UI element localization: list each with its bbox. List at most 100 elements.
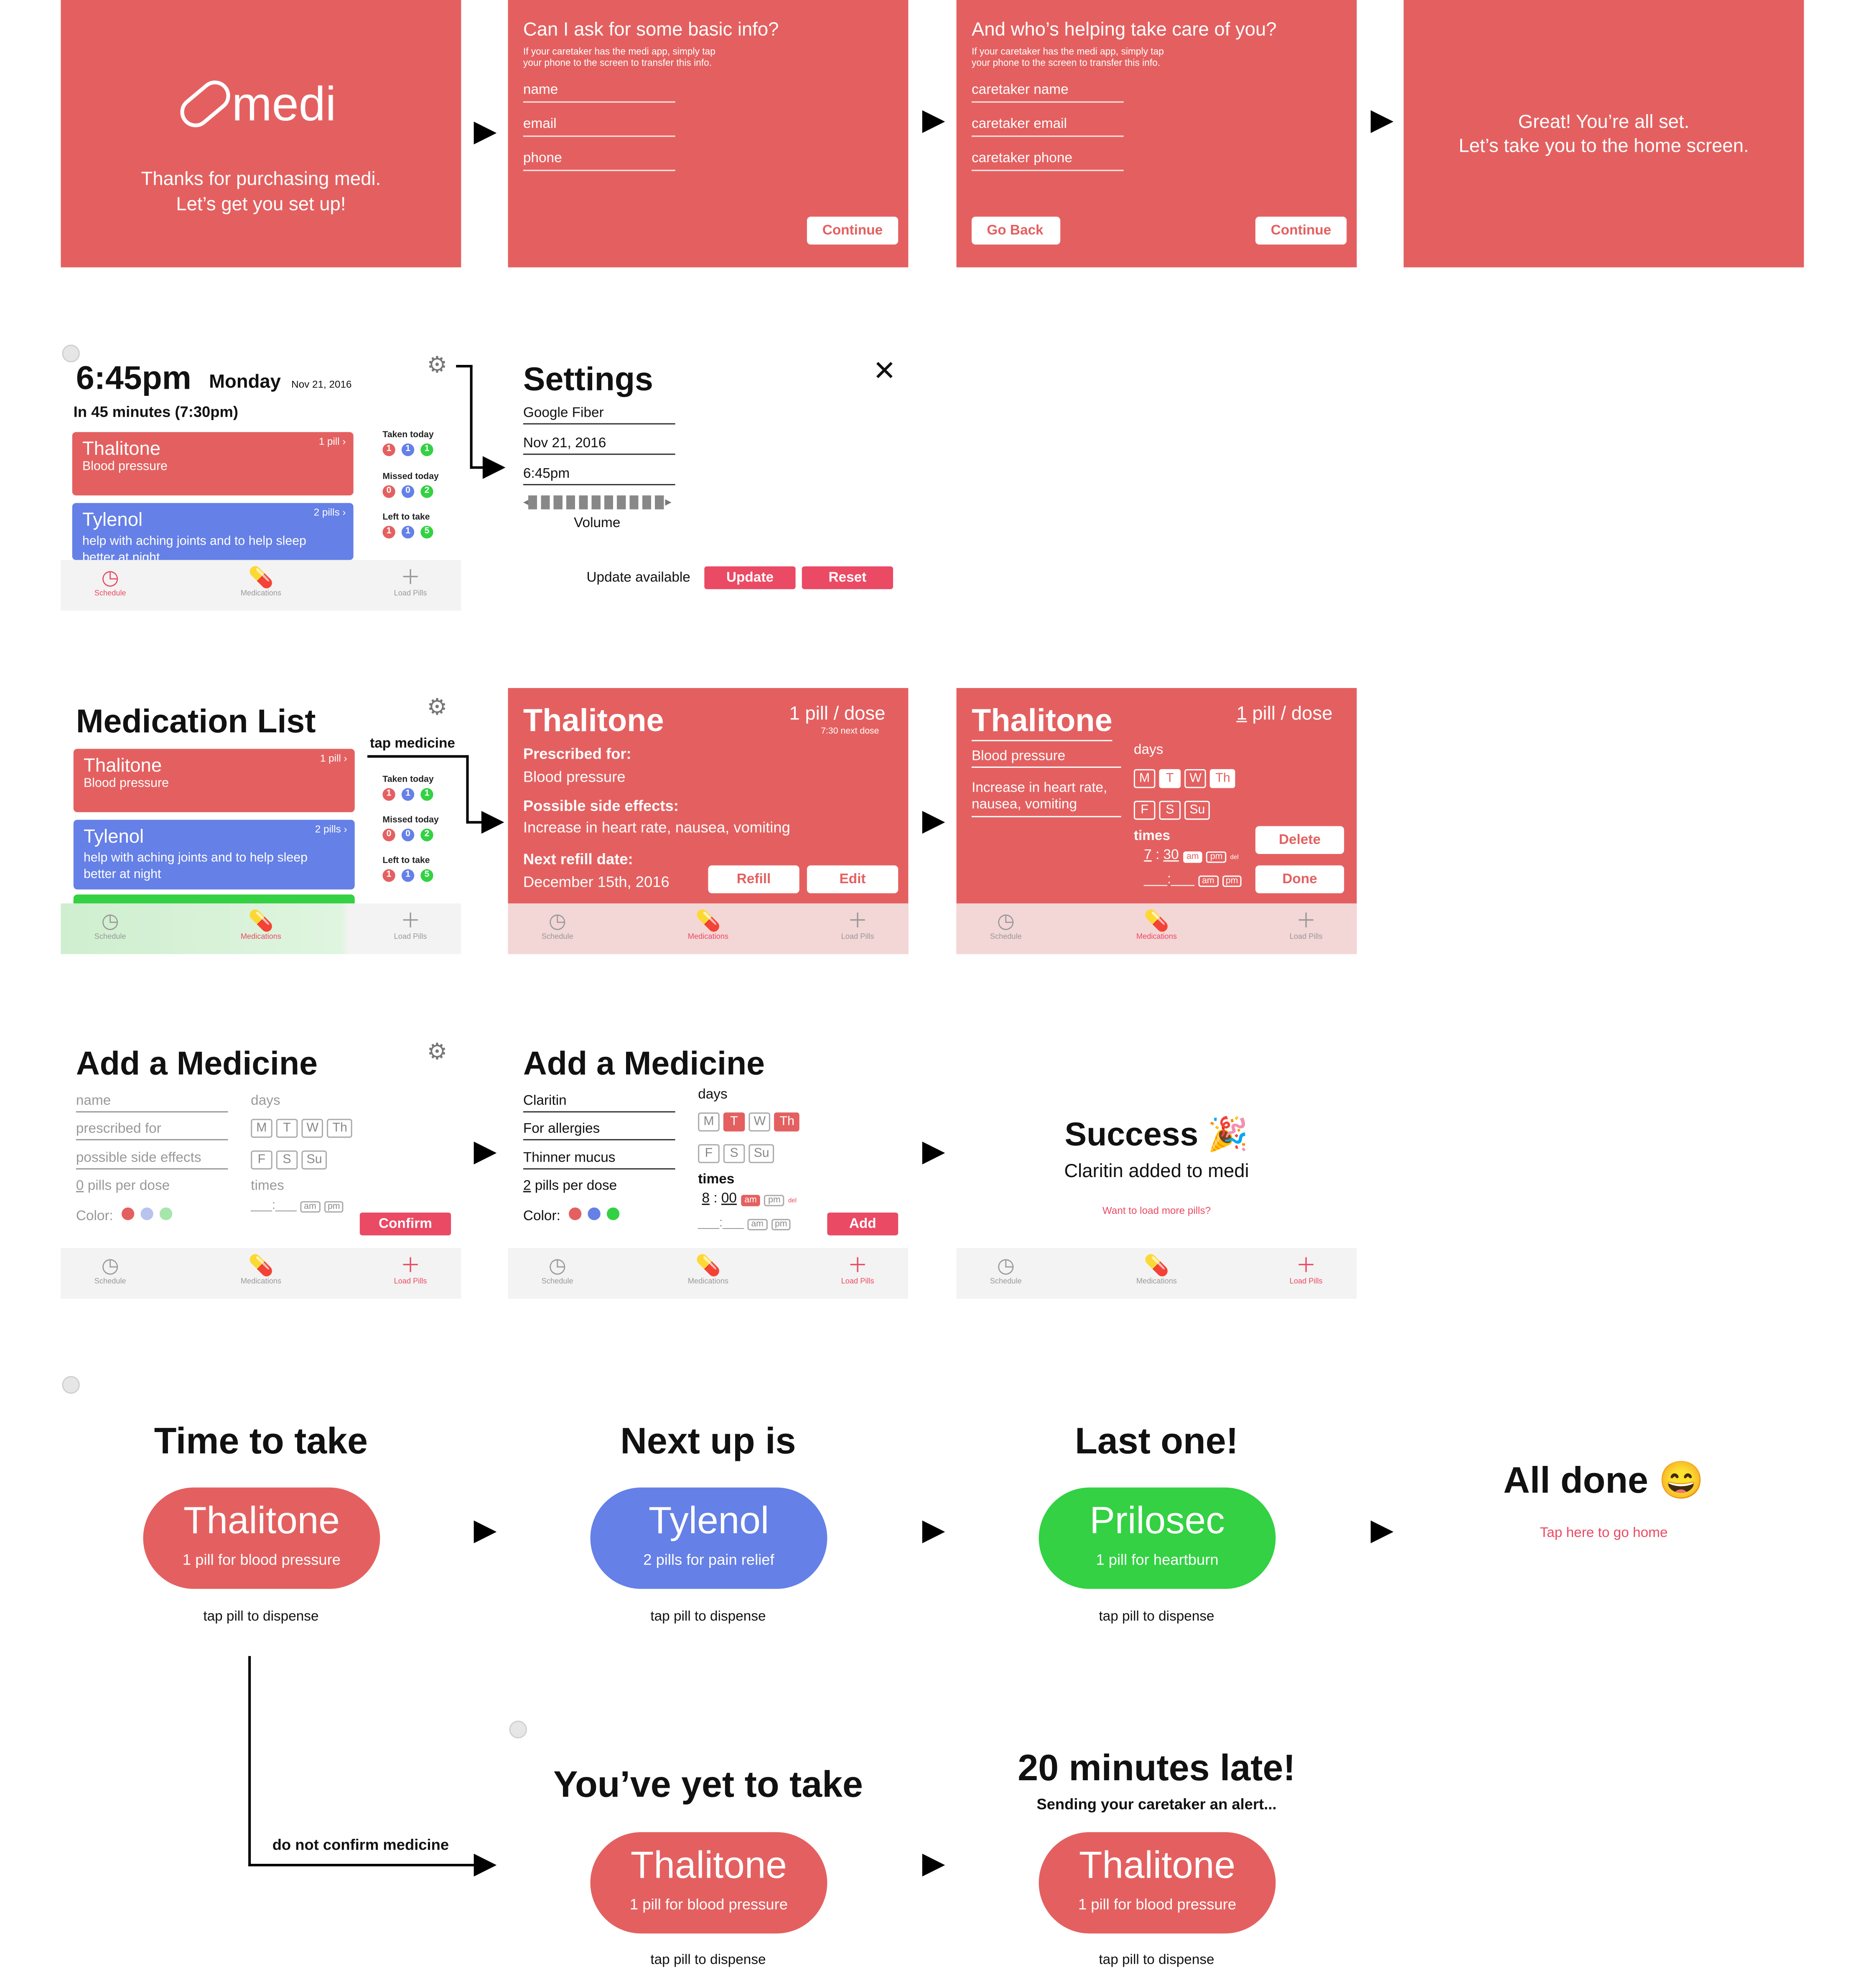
tab-schedule[interactable]: ◷ Schedule bbox=[519, 1256, 596, 1286]
gear-icon[interactable]: ⚙ bbox=[427, 1039, 448, 1066]
med-card-tylenol[interactable]: Tylenol help with aching joints and to h… bbox=[72, 503, 354, 560]
color-green[interactable] bbox=[160, 1207, 173, 1221]
am-toggle[interactable]: am bbox=[300, 1201, 320, 1213]
day-th[interactable]: Th bbox=[774, 1112, 800, 1132]
phone-field[interactable]: phone bbox=[523, 151, 675, 171]
am-toggle[interactable]: am bbox=[1182, 851, 1203, 863]
time-1[interactable]: 8 : 00 am pm del bbox=[698, 1191, 797, 1206]
gear-icon[interactable]: ⚙ bbox=[427, 697, 448, 721]
prescribed-for-field[interactable]: For allergies bbox=[523, 1121, 675, 1141]
done-button[interactable]: Done bbox=[1255, 865, 1344, 894]
color-blue[interactable] bbox=[141, 1207, 154, 1221]
tab-schedule[interactable]: ◷ Schedule bbox=[968, 1256, 1044, 1286]
tab-schedule[interactable]: ◷ Schedule bbox=[72, 1256, 148, 1286]
color-green[interactable] bbox=[607, 1207, 620, 1221]
dose-field[interactable]: 0 pills per dose bbox=[76, 1178, 170, 1193]
tab-load-pills[interactable]: ＋ Load Pills bbox=[1268, 911, 1344, 941]
confirm-button[interactable]: Confirm bbox=[359, 1212, 451, 1236]
day-m[interactable]: M bbox=[251, 1119, 272, 1138]
tab-schedule[interactable]: ◷ Schedule bbox=[72, 911, 148, 941]
reset-button[interactable]: Reset bbox=[802, 566, 894, 589]
color-picker[interactable]: Color: bbox=[523, 1207, 626, 1224]
day-w[interactable]: W bbox=[1184, 769, 1207, 788]
am-toggle[interactable]: am bbox=[741, 1195, 761, 1206]
day-su[interactable]: Su bbox=[748, 1144, 774, 1163]
pm-toggle[interactable]: pm bbox=[323, 1201, 344, 1213]
day-f[interactable]: F bbox=[698, 1144, 720, 1163]
dose-field[interactable]: 2 pills per dose bbox=[523, 1178, 617, 1193]
volume-slider[interactable]: ◂ ▸ bbox=[523, 495, 675, 510]
color-red[interactable] bbox=[569, 1207, 582, 1221]
day-su[interactable]: Su bbox=[1184, 800, 1210, 820]
pill-button-tylenol[interactable]: Tylenol 2 pills for pain relief bbox=[590, 1487, 827, 1589]
day-s[interactable]: S bbox=[1159, 800, 1181, 820]
day-f[interactable]: F bbox=[251, 1150, 272, 1170]
tab-medications[interactable]: 💊 Medications bbox=[1119, 911, 1195, 941]
prescribed-for-field[interactable]: prescribed for bbox=[76, 1121, 228, 1141]
day-m[interactable]: M bbox=[698, 1112, 720, 1132]
tab-load-pills[interactable]: ＋ Load Pills bbox=[372, 911, 448, 941]
delete-time[interactable]: del bbox=[1230, 854, 1239, 861]
update-button[interactable]: Update bbox=[704, 566, 796, 589]
pm-toggle[interactable]: pm bbox=[764, 1195, 784, 1206]
tab-schedule[interactable]: ◷ Schedule bbox=[968, 911, 1044, 941]
go-back-button[interactable]: Go Back bbox=[971, 217, 1061, 245]
med-card-thalitone[interactable]: Thalitone Blood pressure 1 pill › bbox=[73, 749, 355, 813]
color-picker[interactable]: Color: bbox=[76, 1207, 179, 1224]
pm-toggle[interactable]: pm bbox=[1222, 875, 1242, 887]
dose-field[interactable]: 1 pill / dose bbox=[1236, 703, 1332, 725]
day-f[interactable]: F bbox=[1133, 800, 1156, 820]
pill-button-prilosec[interactable]: Prilosec 1 pill for heartburn bbox=[1039, 1487, 1276, 1589]
caretaker-phone-field[interactable]: caretaker phone bbox=[971, 151, 1124, 171]
tab-load-pills[interactable]: ＋ Load Pills bbox=[820, 911, 896, 941]
add-button[interactable]: Add bbox=[827, 1212, 899, 1236]
gear-icon[interactable]: ⚙ bbox=[427, 355, 448, 379]
tab-schedule[interactable]: ◷ Schedule bbox=[72, 568, 148, 598]
day-th[interactable]: Th bbox=[1210, 769, 1235, 788]
tab-load-pills[interactable]: ＋ Load Pills bbox=[1268, 1256, 1344, 1286]
email-field[interactable]: email bbox=[523, 117, 675, 137]
tab-medications[interactable]: 💊 Medications bbox=[1119, 1256, 1195, 1286]
tab-load-pills[interactable]: ＋ Load Pills bbox=[372, 568, 448, 598]
continue-button[interactable]: Continue bbox=[807, 217, 899, 245]
continue-button[interactable]: Continue bbox=[1255, 217, 1347, 245]
edit-button[interactable]: Edit bbox=[807, 865, 899, 894]
color-red[interactable] bbox=[122, 1207, 135, 1221]
tab-medications[interactable]: 💊 Medications bbox=[223, 568, 299, 598]
delete-button[interactable]: Delete bbox=[1255, 826, 1344, 854]
med-card-tylenol[interactable]: Tylenol help with aching joints and to h… bbox=[73, 820, 355, 890]
day-t[interactable]: T bbox=[1159, 769, 1181, 788]
med-name-field[interactable]: Thalitone bbox=[971, 703, 1112, 742]
time-2[interactable]: ___:___ am pm bbox=[1144, 872, 1245, 887]
refill-button[interactable]: Refill bbox=[708, 865, 799, 894]
day-th[interactable]: Th bbox=[327, 1119, 353, 1138]
tab-load-pills[interactable]: ＋ Load Pills bbox=[372, 1256, 448, 1286]
day-su[interactable]: Su bbox=[301, 1150, 327, 1170]
time-field[interactable]: 6:45pm bbox=[523, 466, 675, 485]
tab-medications[interactable]: 💊 Medications bbox=[670, 1256, 746, 1286]
side-effects-field[interactable]: Thinner mucus bbox=[523, 1150, 675, 1170]
side-effects-field[interactable]: possible side effects bbox=[76, 1150, 228, 1170]
pm-toggle[interactable]: pm bbox=[771, 1219, 791, 1231]
am-toggle[interactable]: am bbox=[1198, 875, 1218, 887]
delete-time[interactable]: del bbox=[788, 1198, 797, 1205]
load-more-link[interactable]: Want to load more pills? bbox=[957, 1205, 1357, 1216]
prescribed-field[interactable]: Blood pressure bbox=[971, 749, 1121, 768]
pill-button-thalitone[interactable]: Thalitone 1 pill for blood pressure bbox=[1039, 1832, 1276, 1934]
side-effects-field[interactable]: Increase in heart rate, nausea, vomiting bbox=[971, 780, 1121, 818]
day-s[interactable]: S bbox=[723, 1144, 745, 1163]
day-w[interactable]: W bbox=[748, 1112, 771, 1132]
time-input[interactable]: ___:___ am pm bbox=[251, 1199, 348, 1213]
name-field[interactable]: name bbox=[76, 1093, 228, 1113]
tab-medications[interactable]: 💊 Medications bbox=[670, 911, 746, 941]
tab-medications[interactable]: 💊 Medications bbox=[223, 1256, 299, 1286]
date-field[interactable]: Nov 21, 2016 bbox=[523, 436, 675, 455]
tab-medications[interactable]: 💊 Medications bbox=[223, 911, 299, 941]
pill-button-thalitone[interactable]: Thalitone 1 pill for blood pressure bbox=[143, 1487, 380, 1589]
tab-schedule[interactable]: ◷ Schedule bbox=[519, 911, 596, 941]
time-2[interactable]: ___:___ am pm bbox=[698, 1216, 795, 1231]
pm-toggle[interactable]: pm bbox=[1206, 851, 1227, 863]
name-field[interactable]: name bbox=[523, 82, 675, 103]
go-home-link[interactable]: Tap here to go home bbox=[1404, 1526, 1804, 1541]
wifi-field[interactable]: Google Fiber bbox=[523, 405, 675, 425]
